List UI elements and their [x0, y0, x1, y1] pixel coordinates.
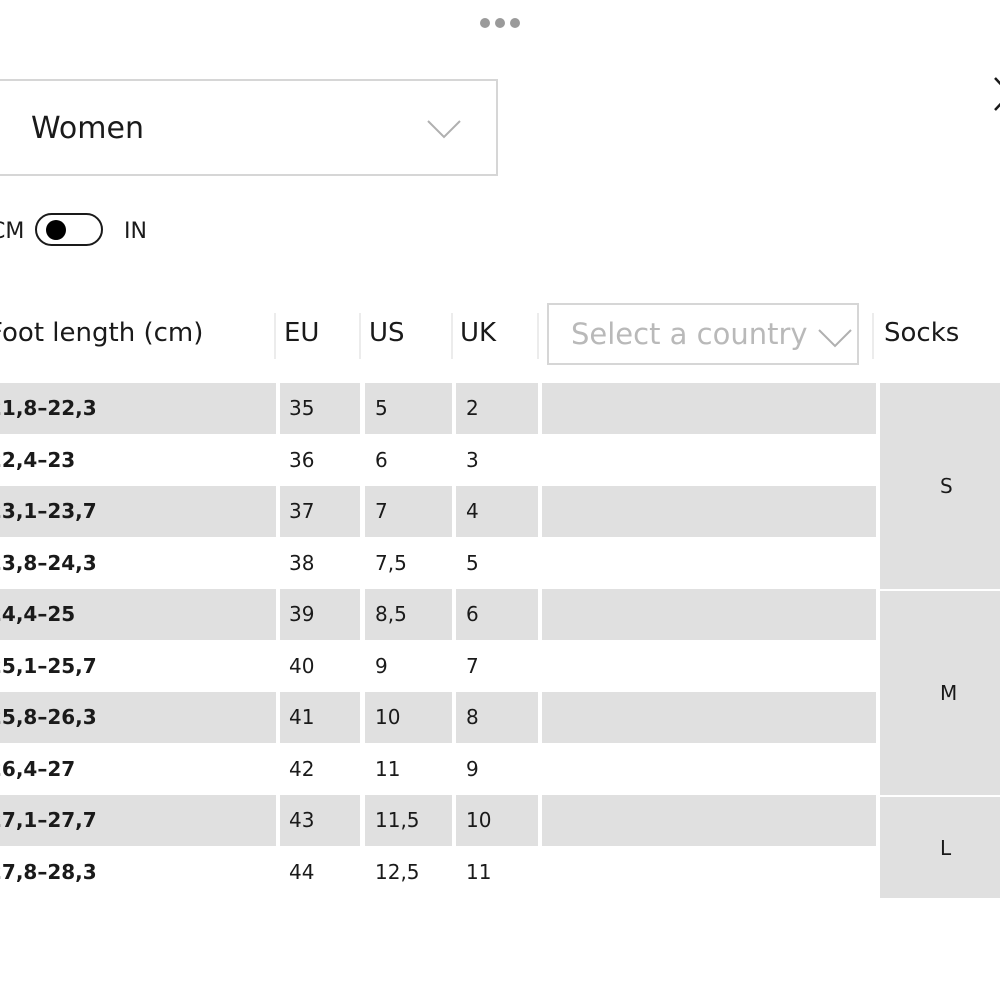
dot-icon: [510, 18, 520, 28]
foot-length-cell: 27,8–28,3: [0, 859, 97, 884]
uk-size-cell: 8: [456, 692, 538, 743]
foot-length-cell: 26,4–27: [0, 756, 76, 781]
country-size-cell: [542, 692, 876, 743]
dot-icon: [495, 18, 505, 28]
country-size-cell: [542, 847, 876, 898]
eu-size-cell: 39: [280, 589, 360, 640]
country-size-cell: [542, 795, 876, 846]
header-socks: Socks: [884, 318, 960, 348]
uk-size-cell: 4: [456, 486, 538, 537]
table-row: 25,1–25,7 40 9 7: [0, 641, 880, 692]
unit-cm-label: CM: [0, 219, 25, 244]
uk-size-cell: 10: [456, 795, 538, 846]
chevron-down-icon: [427, 120, 461, 139]
eu-size-cell: 41: [280, 692, 360, 743]
uk-size-cell: 2: [456, 383, 538, 434]
eu-size-cell: 44: [289, 859, 315, 884]
us-size-cell: 8,5: [365, 589, 452, 640]
foot-length-cell: 21,8–22,3: [0, 383, 276, 434]
table-row: 23,8–24,3 38 7,5 5: [0, 538, 880, 589]
divider: [451, 313, 453, 359]
us-size-cell: 11,5: [365, 795, 452, 846]
eu-size-cell: 43: [280, 795, 360, 846]
header-uk: UK: [460, 318, 497, 348]
toggle-knob: [46, 220, 66, 240]
unit-toggle[interactable]: [35, 213, 103, 246]
eu-size-cell: 42: [289, 756, 315, 781]
header-us: US: [369, 318, 405, 348]
us-size-cell: 7: [365, 486, 452, 537]
dot-icon: [480, 18, 490, 28]
header-eu: EU: [284, 318, 320, 348]
sock-size-label: M: [940, 681, 958, 705]
close-icon[interactable]: [990, 72, 1000, 112]
foot-length-cell: 25,8–26,3: [0, 692, 276, 743]
table-row: 24,4–25398,56: [0, 589, 880, 640]
us-size-cell: 5: [365, 383, 452, 434]
eu-size-cell: 37: [280, 486, 360, 537]
eu-size-cell: 38: [289, 550, 315, 575]
table-row: 22,4–23 36 6 3: [0, 435, 880, 486]
uk-size-cell: 9: [466, 756, 479, 781]
sock-size-cell: M: [880, 591, 1000, 795]
drag-handle[interactable]: [480, 18, 520, 28]
uk-size-cell: 11: [466, 859, 492, 884]
gender-select[interactable]: Women: [0, 79, 498, 176]
foot-length-cell: 23,1–23,7: [0, 486, 276, 537]
foot-length-cell: 24,4–25: [0, 589, 276, 640]
us-size-cell: 7,5: [375, 550, 407, 575]
table-row: 25,8–26,341108: [0, 692, 880, 743]
divider: [537, 313, 539, 359]
divider: [274, 313, 276, 359]
table-row: 27,8–28,3 44 12,5 11: [0, 847, 880, 898]
sock-size-label: S: [940, 474, 953, 498]
country-size-cell: [542, 744, 876, 795]
uk-size-cell: 5: [466, 550, 479, 575]
header-foot-length: Foot length (cm): [0, 318, 204, 348]
table-header: Foot length (cm) EU US UK Select a count…: [0, 303, 1000, 367]
foot-length-cell: 27,1–27,7: [0, 795, 276, 846]
uk-size-cell: 3: [466, 447, 479, 472]
uk-size-cell: 6: [456, 589, 538, 640]
unit-in-label: IN: [124, 219, 147, 244]
country-size-cell: [542, 641, 876, 692]
country-size-cell: [542, 486, 876, 537]
gender-select-value: Women: [31, 111, 144, 146]
sock-size-label: L: [940, 835, 952, 860]
us-size-cell: 9: [375, 653, 388, 678]
eu-size-cell: 36: [289, 447, 315, 472]
divider: [872, 313, 874, 359]
foot-length-cell: 22,4–23: [0, 447, 76, 472]
foot-length-cell: 25,1–25,7: [0, 653, 97, 678]
country-size-cell: [542, 589, 876, 640]
us-size-cell: 6: [375, 447, 388, 472]
sock-size-cell: S: [880, 383, 1000, 589]
country-size-cell: [542, 538, 876, 589]
divider: [359, 313, 361, 359]
us-size-cell: 12,5: [375, 859, 420, 884]
uk-size-cell: 7: [466, 653, 479, 678]
chevron-down-icon: [818, 329, 852, 348]
country-select[interactable]: Select a country: [547, 303, 859, 365]
table-row: 26,4–27 42 11 9: [0, 744, 880, 795]
eu-size-cell: 40: [289, 653, 315, 678]
country-size-cell: [542, 435, 876, 486]
us-size-cell: 10: [365, 692, 452, 743]
country-select-placeholder: Select a country: [571, 317, 808, 351]
table-row: 21,8–22,33552: [0, 383, 880, 434]
table-row: 23,1–23,73774: [0, 486, 880, 537]
sock-size-cell: L: [880, 797, 1000, 898]
foot-length-cell: 23,8–24,3: [0, 550, 97, 575]
table-row: 27,1–27,74311,510: [0, 795, 880, 846]
country-size-cell: [542, 383, 876, 434]
us-size-cell: 11: [375, 756, 401, 781]
eu-size-cell: 35: [280, 383, 360, 434]
